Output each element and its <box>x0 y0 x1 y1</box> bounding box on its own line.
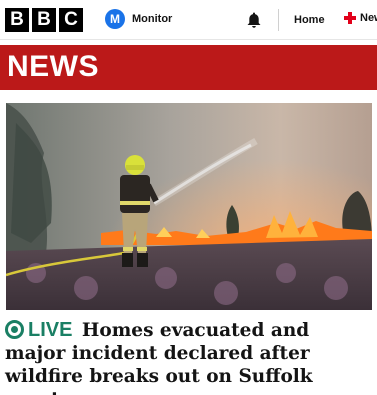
article-headline-link[interactable]: LIVE Homes evacuated and major incident … <box>5 319 373 395</box>
nav-news-label: News <box>360 12 377 24</box>
news-banner-title: NEWS <box>7 50 99 83</box>
monitor-link[interactable]: M Monitor <box>105 9 172 29</box>
nav-news-link[interactable]: News <box>344 12 377 24</box>
bell-icon[interactable] <box>245 11 263 29</box>
bbc-logo[interactable]: B B C <box>5 8 83 32</box>
news-banner[interactable]: NEWS <box>0 45 377 90</box>
logo-letter-b2: B <box>32 8 56 32</box>
nav-home-link[interactable]: Home <box>294 14 325 26</box>
live-indicator: LIVE <box>5 319 82 341</box>
firefighter-wildfire-photo <box>6 103 372 310</box>
live-label: LIVE <box>28 319 73 341</box>
live-icon <box>5 320 24 339</box>
logo-letter-c: C <box>59 8 83 32</box>
monitor-label: Monitor <box>132 13 173 25</box>
monitor-badge-icon: M <box>105 9 125 29</box>
top-bar: B B C M Monitor Home News <box>0 0 377 40</box>
logo-letter-b1: B <box>5 8 29 32</box>
news-cross-icon <box>344 12 356 24</box>
article-hero-image[interactable] <box>6 103 372 310</box>
nav-divider <box>278 9 279 31</box>
